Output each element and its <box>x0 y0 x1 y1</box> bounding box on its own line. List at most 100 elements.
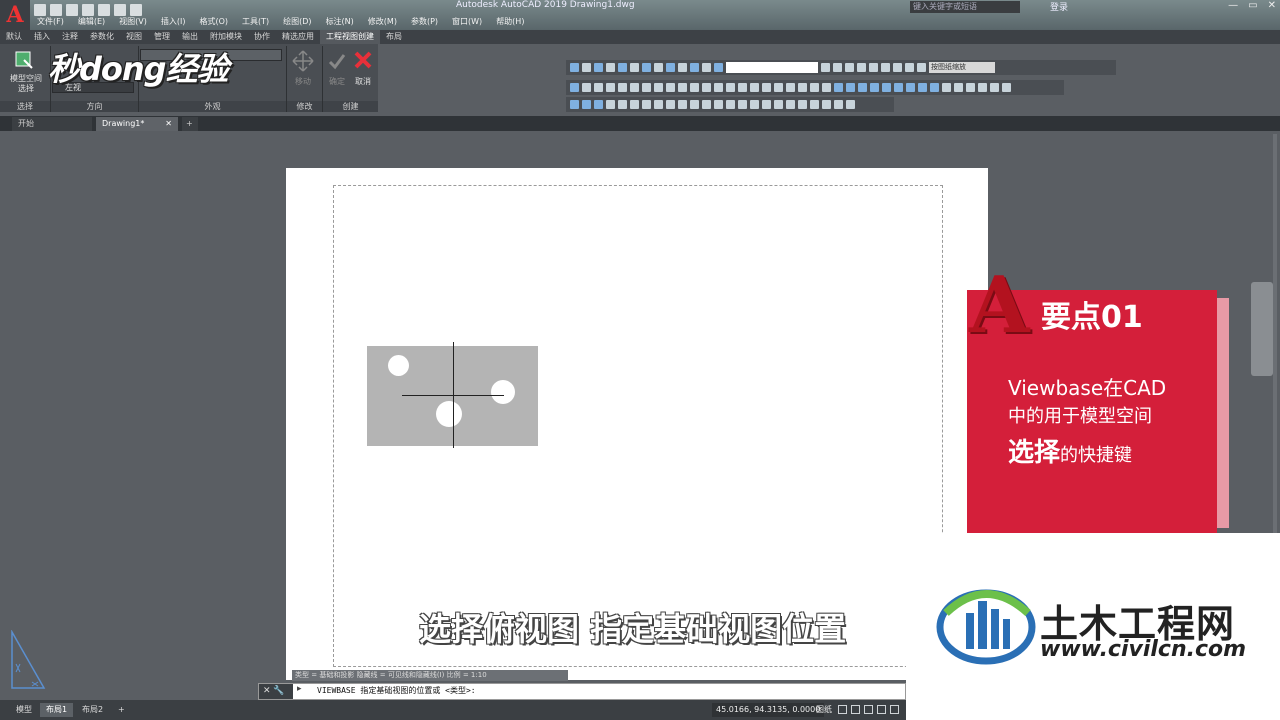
toolbar-icon[interactable] <box>654 63 663 72</box>
toolbar-icon[interactable] <box>954 83 963 92</box>
toolbar-icon[interactable] <box>870 83 879 92</box>
toolbar-icon[interactable] <box>714 63 723 72</box>
toolbar-icon[interactable] <box>822 100 831 109</box>
toolbar-icon[interactable] <box>882 83 891 92</box>
toolbar-icon[interactable] <box>666 100 675 109</box>
toolbar-icon[interactable] <box>834 100 843 109</box>
ok-button[interactable]: 确定 <box>326 76 348 87</box>
login-button[interactable]: 登录 <box>1050 0 1068 13</box>
toolbar-icon[interactable] <box>702 83 711 92</box>
toolbar-icon[interactable] <box>738 83 747 92</box>
menu-help[interactable]: 帮助(H) <box>489 15 531 29</box>
toolbar-icon[interactable] <box>834 83 843 92</box>
toolbar-icon[interactable] <box>690 63 699 72</box>
paper-space-toggle[interactable]: 图纸 <box>816 703 832 717</box>
tab-addins[interactable]: 附加模块 <box>204 30 248 44</box>
toolbar-icon[interactable] <box>750 83 759 92</box>
menu-draw[interactable]: 绘图(D) <box>276 15 318 29</box>
toolbar-icon[interactable] <box>726 83 735 92</box>
toolbar-icon[interactable] <box>642 83 651 92</box>
menu-insert[interactable]: 插入(I) <box>154 15 193 29</box>
ortho-icon[interactable] <box>864 705 873 714</box>
toolbar-icon[interactable] <box>810 83 819 92</box>
toolbar-icon[interactable] <box>630 100 639 109</box>
navigation-bar[interactable] <box>1251 282 1273 376</box>
toolbar-icon[interactable] <box>642 63 651 72</box>
command-line[interactable]: ✕ 🔧 ▸ VIEWBASE 指定基础视图的位置或 <类型>: <box>258 683 906 700</box>
toolbar-icon[interactable] <box>690 83 699 92</box>
toolbar-icon[interactable] <box>678 100 687 109</box>
toolbar-icon[interactable] <box>702 100 711 109</box>
tab-annotate[interactable]: 注释 <box>56 30 84 44</box>
toolbar-icon[interactable] <box>606 100 615 109</box>
toolbar-icon[interactable] <box>570 63 579 72</box>
application-menu-button[interactable]: A <box>0 0 30 30</box>
toolbar-icon[interactable] <box>966 83 975 92</box>
toolbar-icon[interactable] <box>786 100 795 109</box>
tab-start[interactable]: 开始 <box>12 117 92 131</box>
toolbar-icon[interactable] <box>570 100 579 109</box>
toolbar-icon[interactable] <box>917 63 926 72</box>
toolbar-icon[interactable] <box>857 63 866 72</box>
toolbar-icon[interactable] <box>594 100 603 109</box>
close-tab-icon[interactable]: ✕ <box>165 117 172 131</box>
osnap-icon[interactable] <box>890 705 899 714</box>
tab-default[interactable]: 默认 <box>0 30 28 44</box>
tab-parametric[interactable]: 参数化 <box>84 30 120 44</box>
minimize-button[interactable]: — <box>1228 0 1238 11</box>
tab-output[interactable]: 输出 <box>176 30 204 44</box>
tab-collaborate[interactable]: 协作 <box>248 30 276 44</box>
toolbar-icon[interactable] <box>738 100 747 109</box>
toolbar-icon[interactable] <box>846 83 855 92</box>
toolbar-icon[interactable] <box>893 63 902 72</box>
move-button[interactable]: 移动 <box>292 76 314 87</box>
toolbar-icon[interactable] <box>666 83 675 92</box>
toolbar-icon[interactable] <box>654 100 663 109</box>
menu-format[interactable]: 格式(O) <box>192 15 235 29</box>
menu-parametric[interactable]: 参数(P) <box>404 15 445 29</box>
toolbar-icon[interactable] <box>582 100 591 109</box>
menu-file[interactable]: 文件(F) <box>30 15 71 29</box>
toolbar-icon[interactable] <box>942 83 951 92</box>
toolbar-icon[interactable] <box>846 100 855 109</box>
toolbar-icon[interactable] <box>594 83 603 92</box>
toolbar-icon[interactable] <box>786 83 795 92</box>
tab-drawing-view-creation[interactable]: 工程视图创建 <box>320 30 380 44</box>
toolbar-icon[interactable] <box>714 100 723 109</box>
toolbar-icon[interactable] <box>833 63 842 72</box>
toolbar-icon[interactable] <box>762 83 771 92</box>
toolbar-icon[interactable] <box>714 83 723 92</box>
maximize-button[interactable]: ▭ <box>1248 0 1257 11</box>
tab-featured-apps[interactable]: 精选应用 <box>276 30 320 44</box>
tab-model[interactable]: 模型 <box>10 703 38 717</box>
toolbar-icon[interactable] <box>990 83 999 92</box>
menu-modify[interactable]: 修改(M) <box>361 15 404 29</box>
toolbar-icon[interactable] <box>606 83 615 92</box>
toolbar-icon[interactable] <box>750 100 759 109</box>
toolbar-icon[interactable] <box>1002 83 1011 92</box>
add-layout-button[interactable]: + <box>112 703 131 717</box>
toolbar-icon[interactable] <box>630 63 639 72</box>
tab-layout[interactable]: 布局 <box>380 30 408 44</box>
toolbar-icon[interactable] <box>762 100 771 109</box>
command-line-controls[interactable]: ✕ 🔧 <box>259 684 293 699</box>
toolbar-icon[interactable] <box>606 63 615 72</box>
toolbar-icon[interactable] <box>930 83 939 92</box>
toolbar-icon[interactable] <box>906 83 915 92</box>
grid-icon[interactable] <box>838 705 847 714</box>
toolbar-icon[interactable] <box>678 83 687 92</box>
menu-tools[interactable]: 工具(T) <box>235 15 276 29</box>
toolbar-icon[interactable] <box>858 83 867 92</box>
toolbar-icon[interactable] <box>774 100 783 109</box>
toolbar-icon[interactable] <box>570 83 579 92</box>
toolbar-icon[interactable] <box>618 83 627 92</box>
toolbar-icon[interactable] <box>678 63 687 72</box>
toolbar-icon[interactable] <box>630 83 639 92</box>
tab-layout2[interactable]: 布局2 <box>76 703 109 717</box>
toolbar-icon[interactable] <box>798 83 807 92</box>
toolbar-icon[interactable] <box>822 83 831 92</box>
scale-combo[interactable]: 按图纸缩放 <box>929 62 995 73</box>
toolbar-icon[interactable] <box>618 100 627 109</box>
search-input[interactable]: 键入关键字或短语 <box>910 1 1020 13</box>
toolbar-icon[interactable] <box>774 83 783 92</box>
